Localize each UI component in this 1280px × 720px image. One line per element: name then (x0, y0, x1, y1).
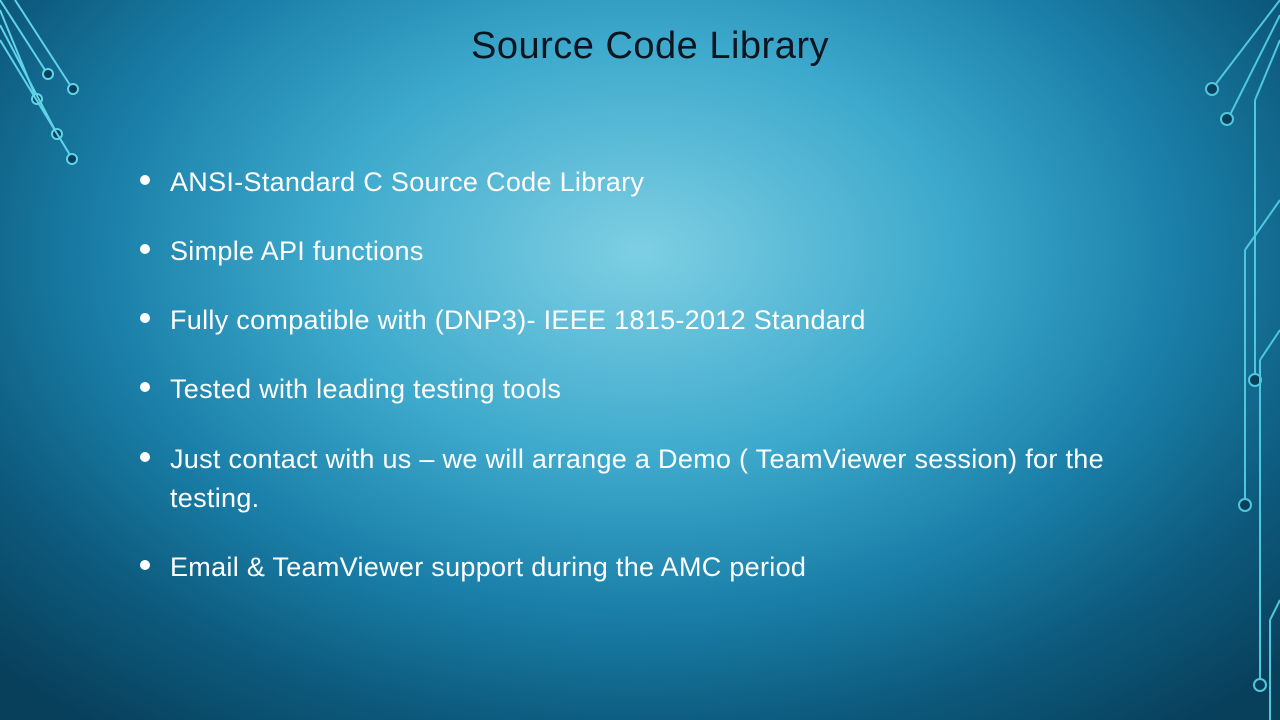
bullet-item: Fully compatible with (DNP3)- IEEE 1815-… (140, 301, 1160, 340)
bullet-item: Simple API functions (140, 232, 1160, 271)
bullet-item: ANSI-Standard C Source Code Library (140, 163, 1160, 202)
bullet-list: ANSI-Standard C Source Code Library Simp… (140, 163, 1160, 587)
slide-title: Source Code Library (140, 25, 1160, 68)
bullet-item: Just contact with us – we will arrange a… (140, 440, 1160, 518)
bullet-item: Tested with leading testing tools (140, 370, 1160, 409)
bullet-item: Email & TeamViewer support during the AM… (140, 548, 1160, 587)
slide-container: Source Code Library ANSI-Standard C Sour… (0, 0, 1280, 720)
